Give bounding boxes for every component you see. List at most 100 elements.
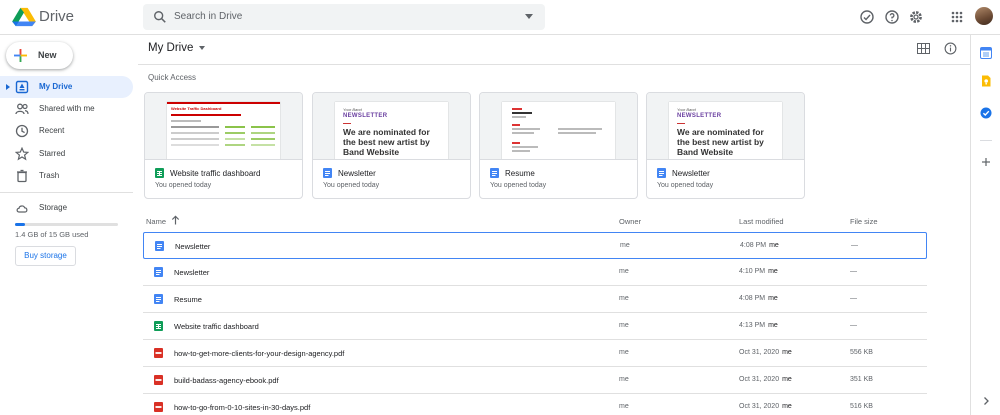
card-subtitle: You opened today: [657, 182, 714, 189]
settings-gear-icon[interactable]: [908, 9, 924, 25]
info-icon[interactable]: [944, 42, 957, 55]
docs-icon: [490, 168, 499, 178]
buy-storage-button[interactable]: Buy storage: [15, 246, 76, 266]
calendar-icon[interactable]: [980, 47, 992, 59]
sidebar-item-starred[interactable]: Starred: [0, 143, 133, 165]
file-owner: me: [619, 376, 629, 383]
file-name: Website traffic dashboard: [174, 322, 259, 331]
app-brand[interactable]: Drive: [39, 8, 74, 25]
file-last-modified: 4:08 PM me: [740, 242, 779, 249]
column-header-last-modified[interactable]: Last modified: [739, 217, 784, 226]
preview-row: [171, 144, 219, 146]
help-icon[interactable]: [884, 9, 900, 25]
table-row[interactable]: how-to-go-from-0-10-sites-in-30-days.pdf…: [143, 394, 927, 415]
modified-by: me: [782, 349, 792, 356]
document-preview: Your Band NEWSLETTER We are nominated fo…: [669, 102, 782, 159]
trash-icon: [17, 169, 27, 183]
file-name: how-to-get-more-clients-for-your-design-…: [174, 349, 345, 358]
preview-title: Website Traffic Dashboard: [171, 106, 222, 111]
search-bar[interactable]: Search in Drive: [143, 4, 545, 30]
file-preview: Website Traffic Dashboard: [145, 93, 302, 160]
column-header-owner[interactable]: Owner: [619, 217, 641, 226]
quick-access-card[interactable]: Your Band NEWSLETTER We are nominated fo…: [646, 92, 805, 199]
user-avatar[interactable]: [975, 7, 993, 25]
add-addon-icon[interactable]: [980, 156, 992, 168]
preview-row: [171, 126, 219, 128]
offline-status-icon[interactable]: [859, 9, 875, 25]
preview-line: [512, 124, 520, 126]
expand-arrow-icon[interactable]: [6, 84, 10, 90]
card-subtitle: You opened today: [323, 182, 380, 189]
preview-row: [225, 138, 245, 140]
sidebar-item-label: Starred: [39, 149, 66, 158]
modified-time: 4:08 PM: [740, 242, 767, 249]
search-options-icon[interactable]: [525, 14, 533, 19]
quick-access-card[interactable]: Website Traffic Dashboard Website traffi…: [144, 92, 303, 199]
modified-by: me: [782, 403, 792, 410]
spreadsheet-preview: Website Traffic Dashboard: [167, 102, 280, 159]
search-input[interactable]: Search in Drive: [174, 11, 242, 22]
preview-line: [512, 150, 530, 152]
table-row[interactable]: Newsletter me 4:08 PM me —: [143, 232, 927, 259]
apps-grid-icon[interactable]: [949, 9, 965, 25]
table-row[interactable]: how-to-get-more-clients-for-your-design-…: [143, 340, 927, 367]
file-size: —: [851, 242, 858, 249]
document-preview: [502, 102, 615, 159]
preview-row: [171, 114, 241, 116]
preview-row: [251, 126, 275, 128]
page-title-dropdown[interactable]: My Drive: [148, 42, 206, 54]
file-last-modified: Oct 31, 2020 me: [739, 403, 792, 410]
sort-arrow-up-icon[interactable]: [171, 215, 180, 225]
table-row[interactable]: Resume me 4:08 PM me —: [143, 286, 927, 313]
column-header-name[interactable]: Name: [146, 217, 166, 226]
modified-by: me: [768, 268, 778, 275]
file-size: —: [850, 268, 857, 275]
side-panel: [970, 35, 1000, 415]
table-row[interactable]: build-badass-agency-ebook.pdf me Oct 31, 2…: [143, 367, 927, 394]
column-header-file-size[interactable]: File size: [850, 217, 878, 226]
modified-time: 4:08 PM: [739, 295, 766, 302]
preview-line: [512, 142, 520, 144]
quick-access-card[interactable]: Resume You opened today: [479, 92, 638, 199]
tasks-icon[interactable]: [980, 107, 992, 119]
sidebar-item-label: Shared with me: [39, 104, 95, 113]
modified-time: 4:10 PM: [739, 268, 766, 275]
file-owner: me: [619, 403, 629, 410]
drive-logo-icon[interactable]: [11, 7, 37, 27]
preview-line: [512, 116, 526, 118]
preview-body: We are nominated for the best new artist…: [343, 127, 430, 157]
table-row[interactable]: Newsletter me 4:10 PM me —: [143, 259, 927, 286]
card-file-name: Newsletter: [338, 169, 376, 178]
new-button-label: New: [38, 50, 57, 60]
file-size: —: [850, 322, 857, 329]
file-last-modified: Oct 31, 2020 me: [739, 349, 792, 356]
document-preview: Your Band NEWSLETTER We are nominated fo…: [335, 102, 448, 159]
file-size: —: [850, 295, 857, 302]
shared-people-icon: [15, 103, 29, 115]
quick-access-card[interactable]: Your Band NEWSLETTER We are nominated fo…: [312, 92, 471, 199]
file-owner: me: [619, 295, 629, 302]
file-size: 351 KB: [850, 376, 873, 383]
keep-notes-icon[interactable]: [980, 75, 992, 87]
preview-line: [512, 128, 540, 130]
storage-usage-bar: [15, 223, 118, 226]
table-row[interactable]: Website traffic dashboard me 4:13 PM me —: [143, 313, 927, 340]
sidebar-item-shared-with-me[interactable]: Shared with me: [0, 98, 133, 120]
sidebar-item-my-drive[interactable]: My Drive: [0, 76, 133, 98]
file-preview: [480, 93, 637, 160]
new-button[interactable]: New: [6, 42, 73, 69]
file-owner: me: [620, 242, 630, 249]
sidebar-item-storage[interactable]: Storage: [0, 197, 133, 219]
expand-panel-chevron-icon[interactable]: [980, 395, 992, 407]
my-drive-icon: [15, 80, 29, 94]
preview-row: [251, 144, 275, 146]
search-icon[interactable]: [153, 10, 167, 24]
card-subtitle: You opened today: [490, 182, 547, 189]
sidebar-item-trash[interactable]: Trash: [0, 165, 133, 187]
quick-access-title: Quick Access: [148, 73, 197, 82]
grid-view-icon[interactable]: [917, 43, 930, 54]
preview-row: [225, 132, 245, 134]
modified-time: Oct 31, 2020: [739, 376, 780, 383]
sidebar-item-recent[interactable]: Recent: [0, 120, 133, 142]
file-size: 516 KB: [850, 403, 873, 410]
